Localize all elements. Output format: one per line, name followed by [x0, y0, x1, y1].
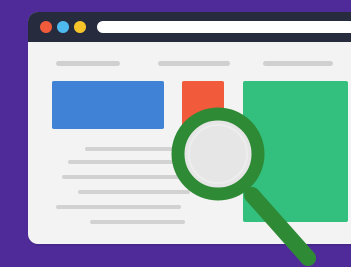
hero-green-block — [243, 81, 348, 222]
address-bar — [97, 21, 351, 33]
content-line-3 — [62, 175, 182, 179]
content-line-4 — [78, 190, 190, 194]
browser-titlebar — [28, 12, 351, 42]
content-line-2 — [68, 160, 178, 164]
hero-orange-block — [182, 81, 224, 129]
nav-item-placeholder-1 — [56, 61, 120, 66]
content-line-5 — [56, 205, 181, 209]
content-line-6 — [90, 220, 185, 224]
browser-window — [28, 12, 351, 244]
nav-item-placeholder-2 — [158, 61, 230, 66]
window-dot-yellow-icon — [74, 21, 86, 33]
window-dot-blue-icon — [57, 21, 69, 33]
content-line-1 — [85, 147, 178, 151]
illustration — [0, 0, 351, 267]
hero-blue-block — [52, 81, 164, 129]
window-dot-red-icon — [40, 21, 52, 33]
nav-item-placeholder-3 — [263, 61, 333, 66]
